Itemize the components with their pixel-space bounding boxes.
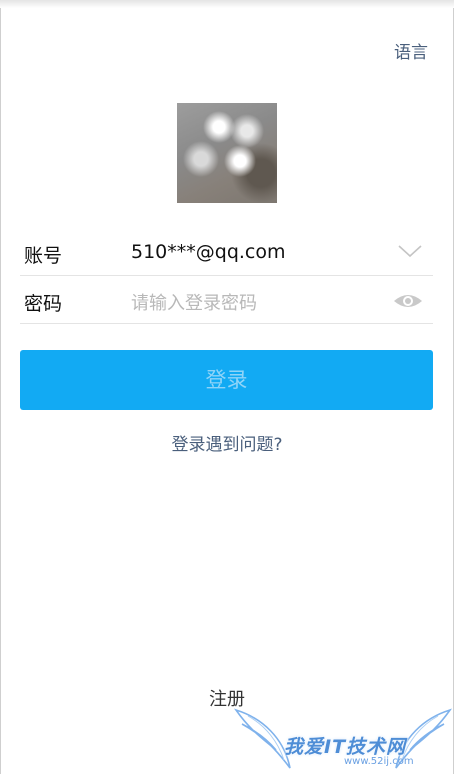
password-divider xyxy=(20,323,433,324)
frame-left-border xyxy=(0,0,1,774)
password-row: 密码 请输入登录密码 xyxy=(20,277,433,324)
login-button[interactable]: 登录 xyxy=(20,350,433,410)
account-input[interactable]: 510***@qq.com xyxy=(131,241,286,263)
watermark: 我爱IT技术网 www.52ij.com xyxy=(232,702,454,774)
password-label: 密码 xyxy=(24,293,63,315)
watermark-title: 我爱IT技术网 xyxy=(284,736,407,758)
language-link[interactable]: 语言 xyxy=(394,38,428,63)
watermark-url: www.52ij.com xyxy=(344,756,414,767)
chevron-down-icon[interactable] xyxy=(397,242,423,260)
account-divider xyxy=(20,275,433,276)
password-input[interactable]: 请输入登录密码 xyxy=(131,289,257,315)
login-help-link[interactable]: 登录遇到问题? xyxy=(0,430,454,455)
avatar xyxy=(177,103,277,203)
eye-icon[interactable] xyxy=(393,291,423,311)
top-shadow xyxy=(0,0,454,8)
account-label: 账号 xyxy=(24,245,63,267)
account-row: 账号 510***@qq.com xyxy=(20,229,433,276)
